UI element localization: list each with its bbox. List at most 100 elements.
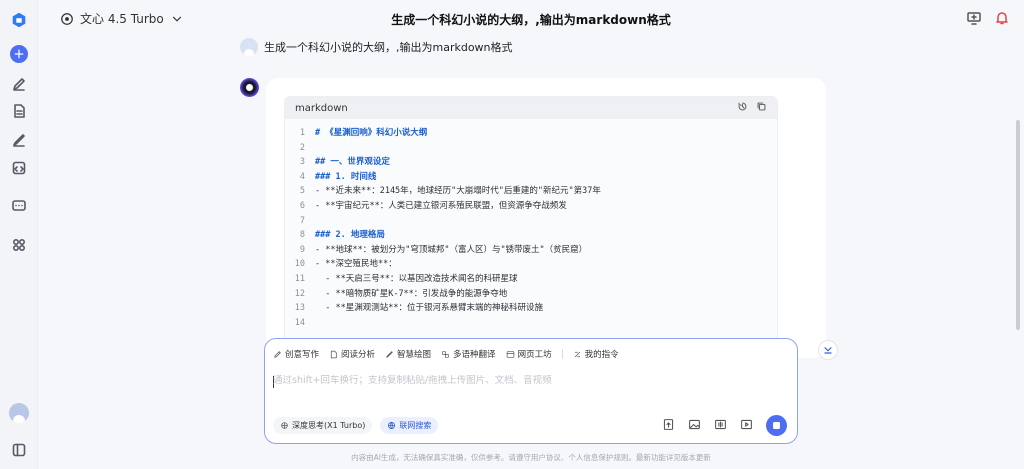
code-line: 6 - **宇宙纪元**：人类已建立银河系殖民联盟，但资源争夺战频发 xyxy=(285,199,777,214)
line-number: 7 xyxy=(299,215,305,226)
line-text: - **深空殖民地**： xyxy=(315,259,397,270)
chevron-down-icon xyxy=(824,347,832,354)
code-line: 14 xyxy=(285,316,777,331)
prompt-input-box: 创意写作 阅读分析 智慧绘图 多语种翻译 网页工坊 我的指令 通过shift+回… xyxy=(264,338,798,444)
tool-my-commands[interactable]: 我的指令 xyxy=(573,347,619,361)
upload-file-icon[interactable] xyxy=(662,416,675,435)
line-text: - **暗物质矿星K-7**：引发战争的能源争夺地 xyxy=(315,288,508,299)
page-scrollbar[interactable] xyxy=(1016,120,1020,330)
panel-toggle-icon[interactable] xyxy=(9,440,29,460)
code-line: 9 - **地球**：被划分为"穹顶城邦"（富人区）与"锈带废土"（贫民窟） xyxy=(285,243,777,258)
stop-icon xyxy=(773,422,780,429)
tool-label: 阅读分析 xyxy=(341,350,376,360)
assistant-avatar xyxy=(240,78,259,97)
translate-icon xyxy=(442,350,449,358)
code-line: 7 xyxy=(285,214,777,229)
logo-icon[interactable] xyxy=(9,10,29,30)
stop-generation-button[interactable] xyxy=(766,415,787,436)
line-number: 9 xyxy=(299,244,305,255)
history-icon[interactable] xyxy=(737,101,748,115)
code-line: 3 ## 一、世界观设定 xyxy=(285,155,777,170)
code-line: 8 ### 2. 地理格局 xyxy=(285,228,777,243)
tool-creative-writing[interactable]: 创意写作 xyxy=(273,347,319,361)
web-icon xyxy=(506,350,514,358)
code-line: 5 - **近未来**：2145年，地球经历"大崩塌时代"后重建的"新纪元"第37… xyxy=(285,184,777,199)
code-line: 12 - **暗物质矿星K-7**：引发战争的能源争夺地 xyxy=(285,287,777,302)
code-line: 4 ### 1. 时间线 xyxy=(285,170,777,185)
line-number: 13 xyxy=(294,303,305,314)
prompt-input[interactable] xyxy=(273,375,773,386)
line-number: 4 xyxy=(299,171,305,182)
code-block: markdown 1 # 《星渊回响》科幻小说大纲 2 3 ## 一、世界观设定 4 ###… xyxy=(284,96,778,358)
web-search-label: 联网搜索 xyxy=(399,421,432,430)
user-avatar-small xyxy=(240,38,258,56)
line-number: 3 xyxy=(299,157,305,168)
tool-label: 我的指令 xyxy=(584,350,619,360)
command-icon xyxy=(574,351,580,357)
line-text: - **宇宙纪元**：人类已建立银河系殖民联盟，但资源争夺战频发 xyxy=(315,200,567,211)
new-chat-icon[interactable] xyxy=(9,44,29,64)
apps-icon[interactable] xyxy=(9,235,29,255)
left-sidebar xyxy=(0,0,38,469)
tool-reading-analysis[interactable]: 阅读分析 xyxy=(329,347,375,361)
line-text: - **星渊观测站**：位于银河系悬臂末端的神秘科研设施 xyxy=(315,303,543,314)
copy-icon[interactable] xyxy=(756,101,767,115)
deep-think-toggle[interactable]: 深度思考(X1 Turbo) xyxy=(273,417,373,434)
screen-share-icon[interactable] xyxy=(966,10,982,30)
tool-smart-drawing[interactable]: 智慧绘图 xyxy=(385,347,431,361)
line-text: ### 2. 地理格局 xyxy=(315,230,385,241)
code-line: 11 - **天启三号**：以基因改造技术闻名的科研星球 xyxy=(285,272,777,287)
pen-icon xyxy=(274,350,281,358)
tool-label: 多语种翻译 xyxy=(453,350,496,360)
code-line: 10 - **深空殖民地**： xyxy=(285,257,777,272)
line-text: ### 1. 时间线 xyxy=(315,171,377,182)
document-icon xyxy=(330,350,337,358)
line-number: 1 xyxy=(299,128,305,138)
upload-image-icon[interactable] xyxy=(688,416,701,435)
tool-label: 创意写作 xyxy=(285,350,320,360)
brush-icon xyxy=(386,350,393,358)
globe-icon xyxy=(388,422,396,429)
pen-icon[interactable] xyxy=(9,130,29,150)
line-number: 5 xyxy=(299,186,305,197)
line-number: 10 xyxy=(294,259,305,270)
line-number: 8 xyxy=(299,230,305,241)
brain-icon xyxy=(281,422,288,429)
code-line: 1 # 《星渊回响》科幻小说大纲 xyxy=(285,126,777,141)
web-search-toggle[interactable]: 联网搜索 xyxy=(380,417,439,434)
tool-web-workshop[interactable]: 网页工坊 xyxy=(506,347,552,361)
upload-audio-icon[interactable] xyxy=(714,416,727,435)
code-body: 1 # 《星渊回响》科幻小说大纲 2 3 ## 一、世界观设定 4 ### 1. 时间线 5-… xyxy=(285,119,777,330)
tool-divider xyxy=(561,349,563,359)
upload-video-icon[interactable] xyxy=(740,416,753,435)
deep-think-label: 深度思考(X1 Turbo) xyxy=(292,421,366,430)
document-icon[interactable] xyxy=(9,101,29,121)
disclaimer-text: 内容由AI生成，无法确保真实准确，仅供参考。请遵守用户协议、个人信息保护规则。最… xyxy=(351,453,711,462)
scroll-to-bottom-button[interactable] xyxy=(818,340,838,360)
line-text: ## 一、世界观设定 xyxy=(315,157,390,168)
bell-icon[interactable] xyxy=(994,10,1010,30)
code-block-header: markdown xyxy=(285,97,777,119)
tool-translation[interactable]: 多语种翻译 xyxy=(441,347,496,361)
user-avatar[interactable] xyxy=(9,403,29,423)
code-icon[interactable] xyxy=(9,158,29,178)
user-message: 生成一个科幻小说的大纲，,输出为markdown格式 xyxy=(240,38,513,56)
main-area: 文心 4.5 Turbo 生成一个科幻小说的大纲，,输出为markdown格式 … xyxy=(38,0,1024,469)
line-number: 6 xyxy=(299,200,305,211)
tool-bar: 创意写作 阅读分析 智慧绘图 多语种翻译 网页工坊 我的指令 xyxy=(273,347,619,361)
line-number: 2 xyxy=(299,142,305,153)
tool-label: 网页工坊 xyxy=(517,350,552,360)
edit-icon[interactable] xyxy=(9,74,29,94)
line-text: - **近未来**：2145年，地球经历"大崩塌时代"后重建的"新纪元"第37年 xyxy=(315,186,601,197)
chat-icon[interactable] xyxy=(9,196,29,216)
code-line: 13 - **星渊观测站**：位于银河系悬臂末端的神秘科研设施 xyxy=(285,301,777,316)
assistant-answer-card: markdown 1 # 《星渊回响》科幻小说大纲 2 3 ## 一、世界观设定 4 ###… xyxy=(266,78,826,358)
code-line: 2 xyxy=(285,141,777,156)
tool-label: 智慧绘图 xyxy=(397,350,432,360)
line-text: - **地球**：被划分为"穹顶城邦"（富人区）与"锈带废土"（贫民窟） xyxy=(315,244,588,255)
line-number: 11 xyxy=(294,273,305,284)
page-title: 生成一个科幻小说的大纲，,输出为markdown格式 xyxy=(391,13,671,27)
code-language-label: markdown xyxy=(295,102,348,114)
top-bar: 文心 4.5 Turbo 生成一个科幻小说的大纲，,输出为markdown格式 xyxy=(38,0,1024,36)
line-number: 14 xyxy=(294,317,305,328)
